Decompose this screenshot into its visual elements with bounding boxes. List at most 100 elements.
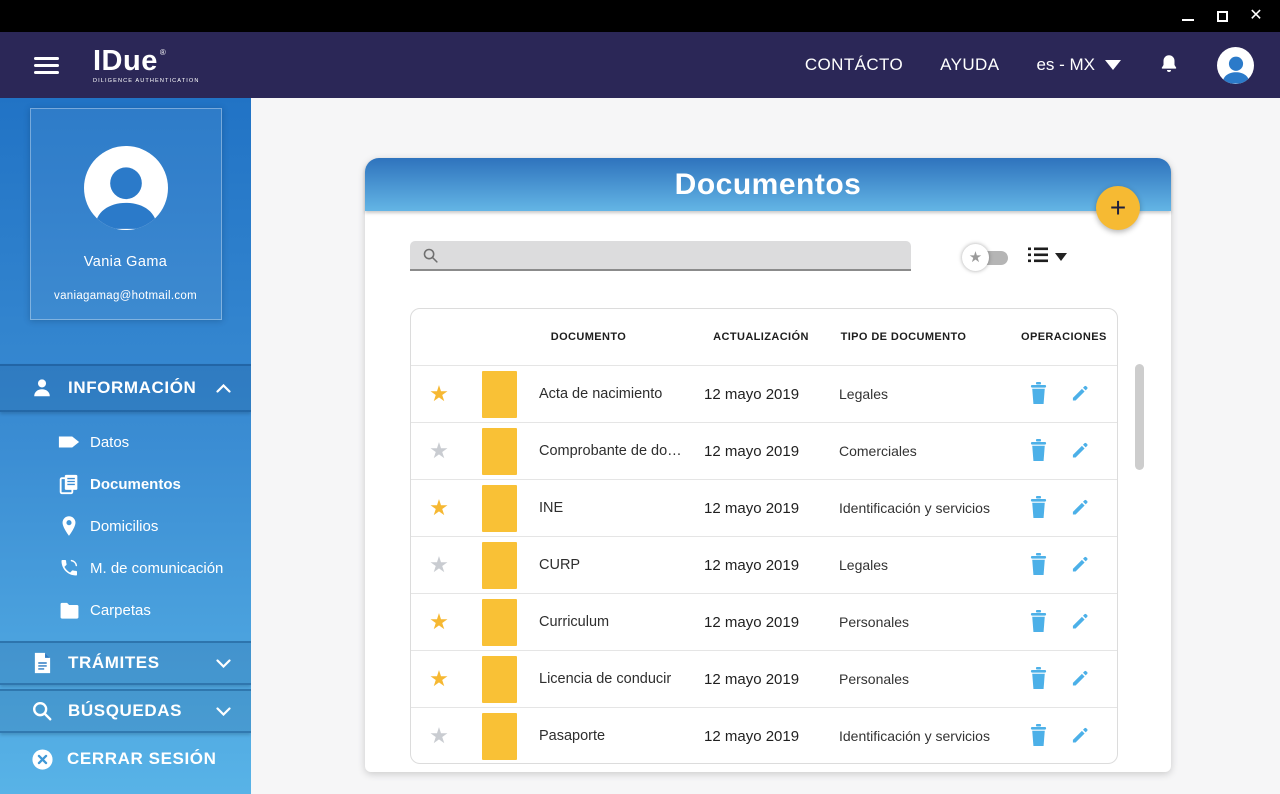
sidebar-section-tramites[interactable]: TRÁMITES <box>0 641 251 685</box>
document-name: INE <box>539 500 564 516</box>
sidebar-item-datos[interactable]: Datos <box>58 421 251 463</box>
document-thumbnail[interactable] <box>481 484 517 532</box>
section-label: BÚSQUEDAS <box>68 701 183 720</box>
pencil-icon <box>1070 497 1090 520</box>
trash-icon <box>1029 381 1048 407</box>
search-input[interactable] <box>445 241 903 269</box>
table-row: ★ INE 12 mayo 2019 Identificación y serv… <box>411 479 1117 536</box>
favorite-star-button[interactable]: ★ <box>429 439 449 462</box>
edit-button[interactable] <box>1070 725 1090 748</box>
document-updated: 12 mayo 2019 <box>704 670 800 688</box>
logout-button[interactable]: CERRAR SESIÓN <box>0 738 251 780</box>
brand-name: IDue <box>93 44 158 77</box>
document-name: Acta de nacimiento <box>539 386 663 402</box>
document-name: Comprobante de do… <box>539 443 682 459</box>
table-header-row: DOCUMENTO ACTUALIZACIÓN TIPO DE DOCUMENT… <box>411 309 1117 365</box>
trash-icon <box>1029 495 1048 521</box>
table-row: ★ Curriculum 12 mayo 2019 Personales <box>411 593 1117 650</box>
view-selector-button[interactable] <box>1028 247 1067 266</box>
close-button[interactable]: ✕ <box>1244 5 1268 27</box>
favorites-filter-toggle[interactable]: ★ <box>962 244 1010 272</box>
star-icon: ★ <box>429 380 449 406</box>
edit-button[interactable] <box>1070 611 1090 634</box>
tag-icon <box>58 431 80 453</box>
sidebar-item-documentos[interactable]: Documentos <box>58 463 251 505</box>
chevron-down-icon <box>1105 60 1121 70</box>
sidebar-nav: Datos Documentos Domicilios M. de comuni… <box>0 412 251 641</box>
table-row: ★ Licencia de conducir 12 mayo 2019 Pers… <box>411 650 1117 707</box>
document-name: Pasaporte <box>539 728 606 744</box>
favorite-star-button[interactable]: ★ <box>429 667 449 690</box>
brand-tagline: DILIGENCE AUTHENTICATION <box>93 77 200 84</box>
document-type: Legales <box>839 557 889 573</box>
document-type: Identificación y servicios <box>839 500 990 516</box>
panel-header: Documentos <box>365 158 1171 211</box>
trash-icon <box>1029 609 1048 635</box>
document-thumbnail[interactable] <box>481 427 517 475</box>
sidebar-item-domicilios[interactable]: Domicilios <box>58 505 251 547</box>
app-window: ✕ IDue ® DILIGENCE AUTHENTICATION CONTÁC… <box>0 0 1280 794</box>
trash-icon <box>1029 438 1048 464</box>
sidebar-section-busquedas[interactable]: BÚSQUEDAS <box>0 689 251 733</box>
document-type: Personales <box>839 614 910 630</box>
delete-button[interactable] <box>1029 438 1048 464</box>
table-row: ★ Pasaporte 12 mayo 2019 Identificación … <box>411 707 1117 763</box>
delete-button[interactable] <box>1029 666 1048 692</box>
document-thumbnail[interactable] <box>481 655 517 703</box>
help-link[interactable]: AYUDA <box>940 55 999 75</box>
table-body: ★ Acta de nacimiento 12 mayo 2019 Legale… <box>411 365 1117 763</box>
delete-button[interactable] <box>1029 723 1048 749</box>
contact-link[interactable]: CONTÁCTO <box>805 55 903 75</box>
minimize-button[interactable] <box>1176 5 1200 27</box>
notifications-button[interactable] <box>1158 52 1180 79</box>
sidebar-item-comunicacion[interactable]: M. de comunicación <box>58 547 251 589</box>
edit-button[interactable] <box>1070 440 1090 463</box>
favorite-star-button[interactable]: ★ <box>429 724 449 747</box>
star-icon: ★ <box>429 494 449 520</box>
favorite-star-button[interactable]: ★ <box>429 380 449 406</box>
map-pin-icon <box>58 515 80 537</box>
edit-button[interactable] <box>1070 497 1090 520</box>
logout-label: CERRAR SESIÓN <box>67 749 217 768</box>
favorite-star-button[interactable]: ★ <box>429 494 449 520</box>
star-icon: ★ <box>429 608 449 634</box>
sidebar-item-carpetas[interactable]: Carpetas <box>58 589 251 631</box>
document-thumbnail[interactable] <box>481 370 517 418</box>
document-name: Licencia de conducir <box>539 671 672 687</box>
search-icon <box>422 247 439 264</box>
main-content: Documentos + ★ DOCUMENTO ACTUALIZACIÓN T… <box>251 98 1280 794</box>
window-titlebar: ✕ <box>0 0 1280 32</box>
edit-button[interactable] <box>1070 668 1090 691</box>
chevron-down-icon <box>1055 252 1067 261</box>
plus-icon: + <box>1109 192 1127 223</box>
document-updated: 12 mayo 2019 <box>704 556 800 574</box>
add-document-button[interactable]: + <box>1096 186 1140 230</box>
delete-button[interactable] <box>1029 495 1048 521</box>
document-type: Identificación y servicios <box>839 728 990 744</box>
top-navbar: IDue ® DILIGENCE AUTHENTICATION CONTÁCTO… <box>0 32 1280 98</box>
hamburger-menu-button[interactable] <box>30 53 63 78</box>
profile-card: Vania Gama vaniagamag@hotmail.com <box>29 108 222 320</box>
sidebar-section-informacion[interactable]: INFORMACIÓN <box>0 364 251 412</box>
document-updated: 12 mayo 2019 <box>704 385 800 403</box>
edit-button[interactable] <box>1070 554 1090 577</box>
language-selector[interactable]: es - MX <box>1036 55 1121 75</box>
delete-button[interactable] <box>1029 609 1048 635</box>
user-avatar-button[interactable] <box>1217 46 1254 84</box>
profile-email: vaniagamag@hotmail.com <box>54 290 197 302</box>
scrollbar-thumb[interactable] <box>1135 364 1144 470</box>
delete-button[interactable] <box>1029 381 1048 407</box>
document-thumbnail[interactable] <box>481 598 517 646</box>
favorite-star-button[interactable]: ★ <box>429 553 449 576</box>
document-type: Comerciales <box>839 443 917 459</box>
document-name: Curriculum <box>539 614 610 630</box>
search-icon <box>30 699 54 723</box>
document-thumbnail[interactable] <box>481 712 517 760</box>
maximize-button[interactable] <box>1210 5 1234 27</box>
document-thumbnail[interactable] <box>481 541 517 589</box>
file-text-icon <box>30 651 54 675</box>
delete-button[interactable] <box>1029 552 1048 578</box>
favorite-star-button[interactable]: ★ <box>429 608 449 634</box>
document-type: Legales <box>839 386 889 402</box>
edit-button[interactable] <box>1070 383 1090 406</box>
